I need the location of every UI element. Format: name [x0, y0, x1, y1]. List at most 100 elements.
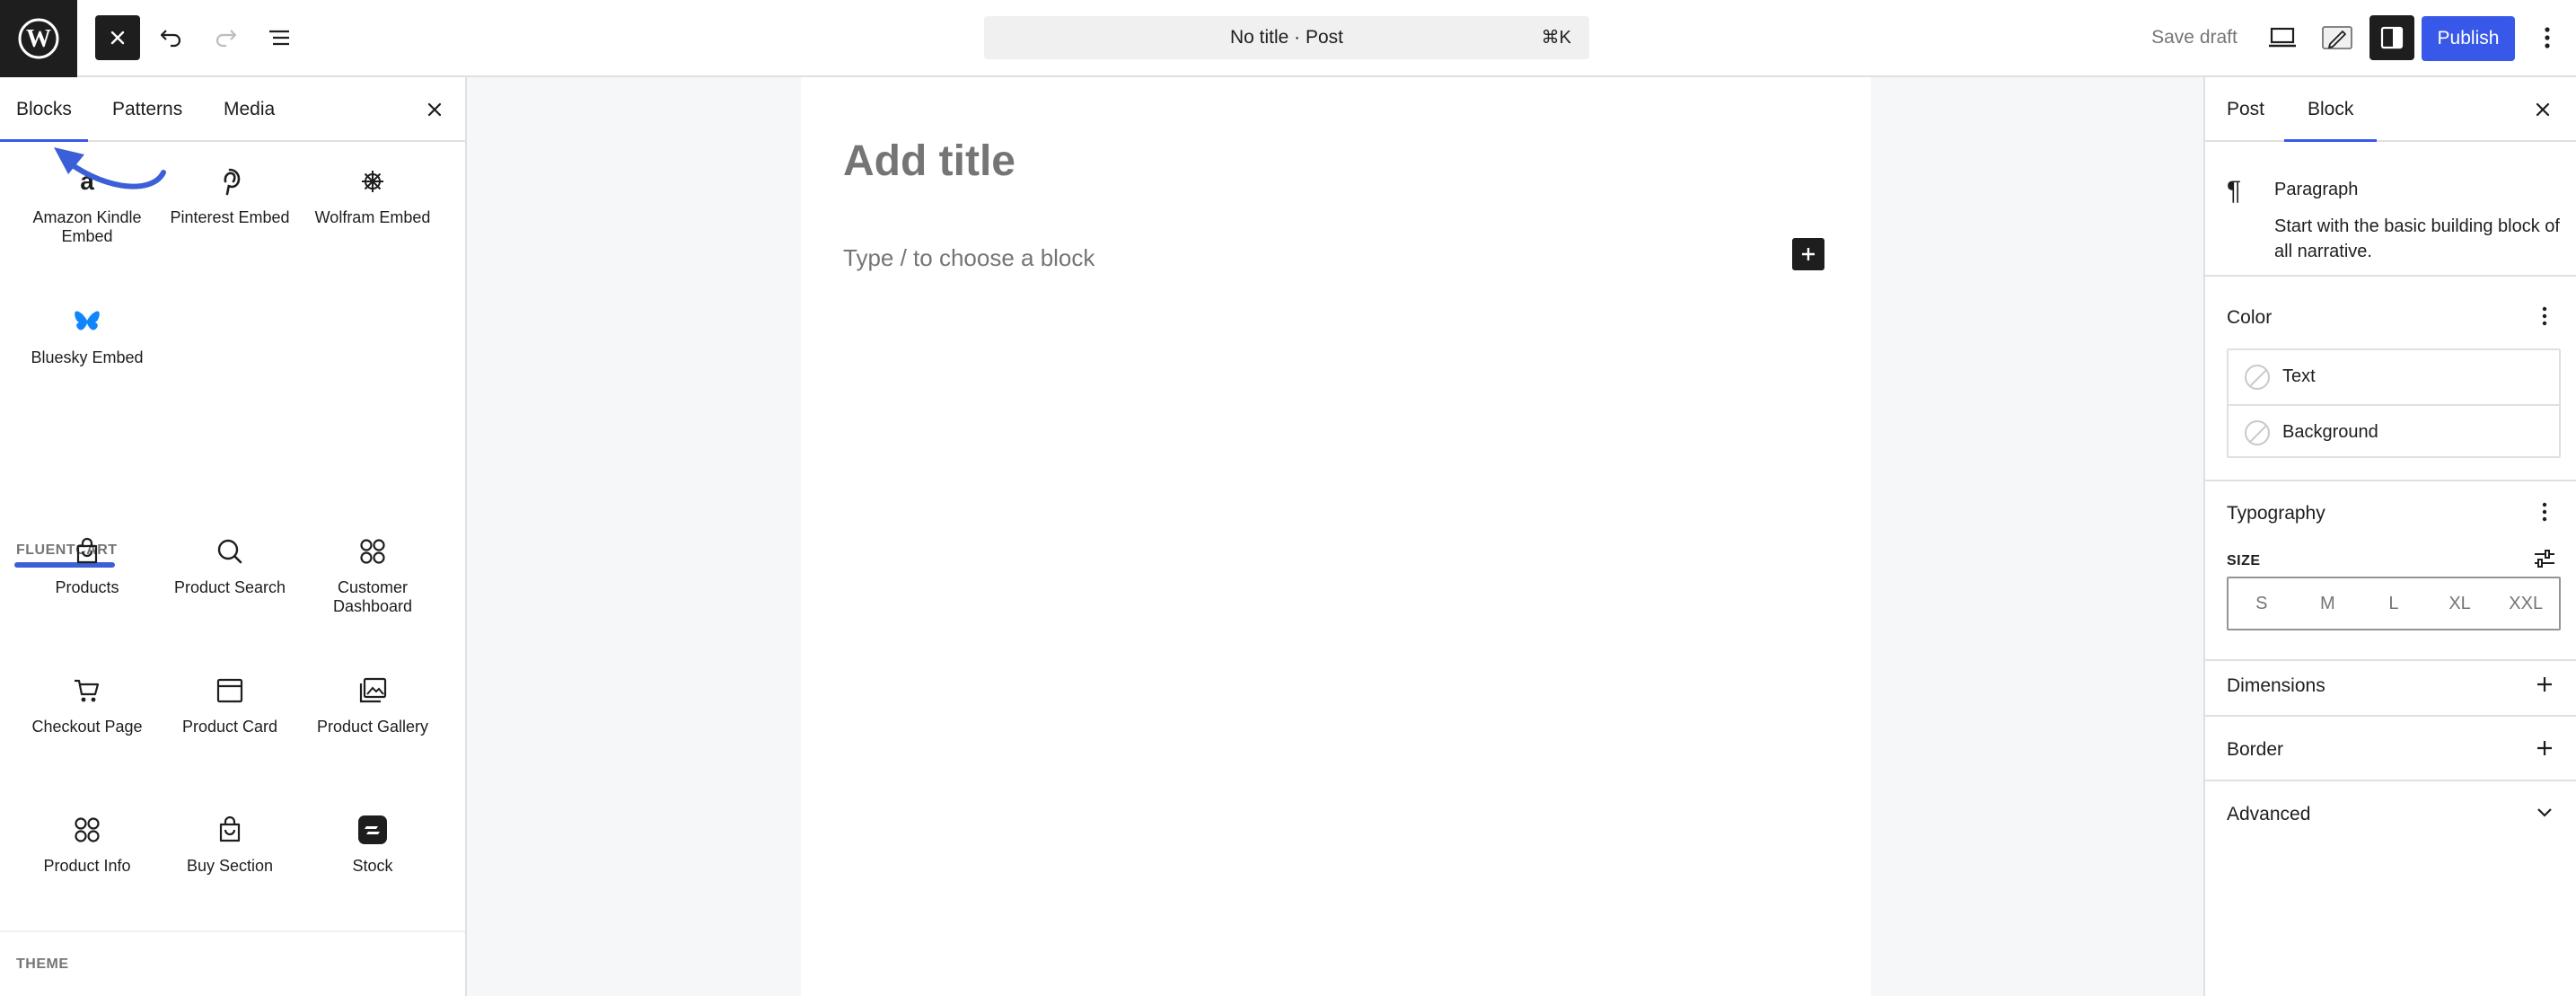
block-buy-section[interactable]: Buy Section: [163, 814, 297, 876]
background-color-button[interactable]: Background: [2229, 404, 2559, 458]
command-shortcut: ⌘K: [1541, 28, 1571, 48]
close-inserter-button[interactable]: [95, 15, 140, 60]
card-icon: [163, 674, 297, 707]
grid-circles-icon: [305, 535, 440, 568]
block-label: Product Gallery: [316, 718, 429, 736]
tab-block[interactable]: Block: [2283, 77, 2378, 142]
block-label: Product Card: [181, 718, 278, 736]
editor-document: [801, 77, 1871, 996]
block-product-card[interactable]: Product Card: [163, 674, 297, 736]
color-item-label: Background: [2282, 422, 2378, 442]
size-option-xl[interactable]: XL: [2427, 578, 2493, 629]
size-option-l[interactable]: L: [2361, 578, 2427, 629]
svg-text:W: W: [26, 25, 51, 53]
color-settings-box: Text Background: [2227, 348, 2561, 458]
pencil-square-icon: [2322, 26, 2352, 49]
close-inserter-panel-button[interactable]: [418, 93, 451, 126]
advanced-toggle-button[interactable]: [2528, 797, 2561, 829]
border-panel-title[interactable]: Border: [2227, 739, 2283, 761]
close-icon: [427, 102, 442, 117]
block-inserter-panel: Blocks Patterns Media a Amazon Kindle Em…: [0, 77, 467, 996]
undo-icon: [160, 30, 181, 48]
dimensions-add-button[interactable]: [2528, 668, 2561, 701]
settings-sidebar-toggle[interactable]: [2369, 15, 2414, 60]
custom-size-toggle[interactable]: [2528, 542, 2561, 575]
post-title-input[interactable]: Add title: [843, 137, 1015, 186]
undo-button[interactable]: [149, 15, 194, 60]
text-color-button[interactable]: Text: [2229, 350, 2559, 404]
block-label: Products: [55, 578, 119, 596]
chevron-down-icon: [2537, 808, 2552, 817]
gallery-icon: [305, 674, 440, 707]
empty-swatch-icon: [2245, 420, 2270, 445]
list-view-icon: [269, 30, 289, 46]
editor-top-bar: W No title · Post ⌘K Save draft Publish: [0, 0, 2576, 77]
block-label: Stock: [352, 857, 393, 875]
tab-post[interactable]: Post: [2227, 77, 2264, 142]
options-menu-button[interactable]: [2525, 15, 2570, 60]
block-wolfram-embed[interactable]: Wolfram Embed: [305, 165, 440, 227]
block-label: Checkout Page: [31, 718, 143, 736]
more-vertical-icon: [2542, 306, 2547, 326]
save-draft-button[interactable]: Save draft: [2137, 0, 2252, 75]
redo-icon: [215, 30, 237, 48]
size-option-s[interactable]: S: [2229, 578, 2295, 629]
block-label: Buy Section: [186, 857, 274, 875]
close-sidebar-button[interactable]: [2527, 93, 2559, 126]
color-options-button[interactable]: [2528, 300, 2561, 332]
block-product-gallery[interactable]: Product Gallery: [305, 674, 440, 736]
edit-tool-button[interactable]: [2315, 15, 2360, 60]
block-pinterest-embed[interactable]: Pinterest Embed: [163, 165, 297, 227]
wolfram-icon: [305, 165, 440, 198]
paragraph-block-placeholder[interactable]: Type / to choose a block: [843, 244, 1095, 272]
typography-options-button[interactable]: [2528, 496, 2561, 528]
settings-sidebar: Post Block ¶ Paragraph Start with the ba…: [2203, 77, 2576, 996]
sidebar-icon: [2380, 26, 2404, 49]
cart-icon: [20, 674, 154, 707]
advanced-panel-title[interactable]: Advanced: [2227, 804, 2310, 825]
document-title: No title · Post: [1229, 27, 1344, 48]
tab-media[interactable]: Media: [224, 77, 275, 142]
wordpress-logo-icon: W: [18, 18, 59, 59]
bluesky-icon: [20, 305, 154, 338]
stock-icon: [305, 814, 440, 846]
block-products[interactable]: Products: [20, 535, 154, 597]
block-customer-dashboard[interactable]: Customer Dashboard: [305, 535, 440, 616]
block-label: Pinterest Embed: [170, 208, 290, 226]
block-stock[interactable]: Stock: [305, 814, 440, 876]
panel-divider: [2205, 780, 2576, 781]
plus-icon: [1802, 248, 1815, 260]
more-vertical-icon: [2542, 502, 2547, 522]
block-card-description: Start with the basic building block of a…: [2274, 216, 2560, 261]
shopping-bag-icon: [20, 535, 154, 568]
command-palette-bar[interactable]: No title · Post ⌘K: [984, 16, 1589, 59]
preview-button[interactable]: [2260, 15, 2305, 60]
block-checkout-page[interactable]: Checkout Page: [20, 674, 154, 736]
size-option-m[interactable]: M: [2295, 578, 2361, 629]
section-divider: [0, 930, 465, 932]
settings-sliders-icon: [2535, 550, 2554, 568]
empty-swatch-icon: [2245, 365, 2270, 390]
block-label: Product Info: [43, 857, 131, 875]
close-icon: [110, 31, 125, 45]
border-add-button[interactable]: [2528, 732, 2561, 764]
block-label: Product Search: [173, 578, 286, 596]
plus-icon: [2537, 741, 2552, 755]
pinterest-icon: [163, 165, 297, 198]
dimensions-panel-title[interactable]: Dimensions: [2227, 675, 2325, 697]
block-card-title: Paragraph: [2274, 180, 2359, 199]
block-product-info[interactable]: Product Info: [20, 814, 154, 876]
block-bluesky-embed[interactable]: Bluesky Embed: [20, 305, 154, 367]
desktop-icon: [2269, 27, 2296, 48]
color-item-label: Text: [2282, 366, 2316, 386]
redo-button[interactable]: [203, 15, 248, 60]
block-product-search[interactable]: Product Search: [163, 535, 297, 597]
wordpress-logo-button[interactable]: W: [0, 0, 77, 77]
publish-button[interactable]: Publish: [2422, 16, 2515, 61]
panel-divider: [2205, 659, 2576, 661]
document-overview-button[interactable]: [257, 15, 302, 60]
add-block-button[interactable]: [1792, 238, 1824, 270]
grid-circles-icon: [20, 814, 154, 846]
size-option-xxl[interactable]: XXL: [2492, 578, 2559, 629]
block-label: Wolfram Embed: [314, 208, 431, 226]
